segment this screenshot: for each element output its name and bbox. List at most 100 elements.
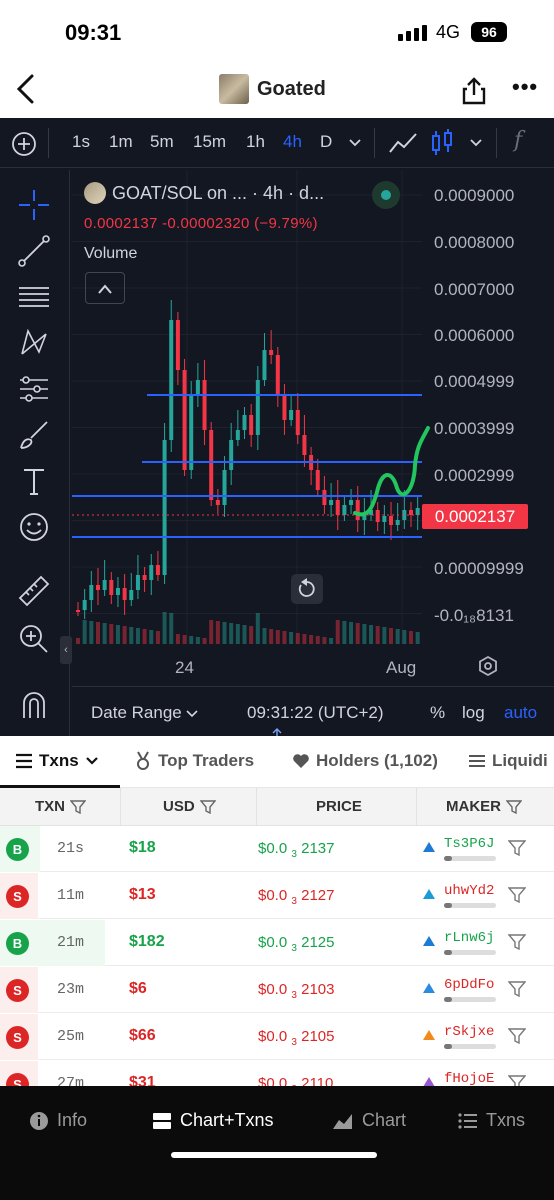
date-range-button[interactable]: Date Range <box>91 703 199 723</box>
candle <box>235 430 240 440</box>
pattern-icon[interactable] <box>17 326 51 360</box>
volume-label: Volume <box>84 245 138 262</box>
nav-info[interactable]: Info <box>29 1110 87 1131</box>
candle <box>142 575 147 580</box>
volume-bar <box>329 638 334 644</box>
chart-settings-icon[interactable] <box>477 655 499 677</box>
candle-chart-type-icon[interactable] <box>430 128 454 158</box>
price-axis-label: 0.0004999 <box>434 372 515 391</box>
timeframe-1h[interactable]: 1h <box>246 132 265 152</box>
table-row[interactable]: S 25m $66 $0.0 3 2105 rSkjxe <box>0 1014 554 1060</box>
candle <box>175 320 180 370</box>
candle <box>329 500 334 505</box>
price-axis-label: 0.0003999 <box>434 419 515 438</box>
volume-bar <box>302 634 307 644</box>
txn-age: 21m <box>57 934 85 951</box>
tab-liquidity[interactable]: Liquidi <box>468 751 548 771</box>
price-digits: 2125 <box>301 934 335 951</box>
txn-maker[interactable]: uhwYd2 <box>420 883 510 913</box>
filter-icon <box>506 799 522 814</box>
share-button[interactable] <box>460 76 488 111</box>
zoom-in-icon[interactable] <box>17 622 51 656</box>
volume-bar <box>135 628 140 644</box>
filter-maker-icon[interactable] <box>508 934 526 950</box>
table-row[interactable]: S 11m $13 $0.0 3 2127 uhwYd2 <box>0 873 554 919</box>
log-scale-toggle[interactable]: log <box>462 703 485 723</box>
timeframe-4h[interactable]: 4h <box>283 132 302 152</box>
sidebar-collapse-handle[interactable]: ‹ <box>60 636 72 664</box>
auto-scale-toggle[interactable]: auto <box>504 703 537 723</box>
chevron-down-icon <box>85 757 98 765</box>
col-txn[interactable]: TXN <box>35 798 86 815</box>
candle <box>355 500 360 520</box>
timeframe-5m[interactable]: 5m <box>150 132 174 152</box>
tab-holders[interactable]: Holders (1,102) <box>292 751 438 771</box>
price-digits: 2103 <box>301 981 335 998</box>
timeframe-1s[interactable]: 1s <box>72 132 90 152</box>
nav-txns[interactable]: Txns <box>458 1110 525 1131</box>
filter-maker-icon[interactable] <box>508 887 526 903</box>
candle <box>89 585 94 600</box>
filter-maker-icon[interactable] <box>508 981 526 997</box>
volume-bar <box>195 637 200 644</box>
status-bar: 09:31 4G 96 <box>0 0 554 64</box>
fib-retracement-icon[interactable] <box>17 280 51 314</box>
table-row[interactable]: S 23m $6 $0.0 3 2103 6pDdFo <box>0 967 554 1013</box>
candle <box>322 490 327 505</box>
volume-bar <box>149 630 154 644</box>
tab-top-traders[interactable]: Top Traders <box>134 751 254 771</box>
back-button[interactable] <box>14 72 38 114</box>
chevron-down-icon[interactable] <box>348 138 362 148</box>
txn-price: $0.0 3 2125 <box>258 934 334 954</box>
txn-maker[interactable]: rSkjxe <box>420 1024 510 1054</box>
candle <box>389 516 394 525</box>
volume-bar <box>142 629 147 644</box>
indicators-fx-icon[interactable]: f <box>514 128 522 153</box>
crosshair-icon[interactable] <box>17 188 51 222</box>
table-row[interactable]: B 21s $18 $0.0 3 2137 Ts3P6J <box>0 826 554 872</box>
price-zeros: 3 <box>291 849 297 860</box>
timeframe-15m[interactable]: 15m <box>193 132 226 152</box>
prediction-icon[interactable] <box>17 372 51 406</box>
candle <box>302 435 307 455</box>
magnet-icon[interactable] <box>17 688 51 722</box>
trend-line-icon[interactable] <box>17 234 51 268</box>
txn-maker[interactable]: rLnw6j <box>420 930 510 960</box>
col-usd[interactable]: USD <box>163 798 216 815</box>
line-chart-type-icon[interactable] <box>388 130 418 156</box>
col-maker[interactable]: MAKER <box>446 798 522 815</box>
filter-maker-icon[interactable] <box>508 1028 526 1044</box>
percent-scale-toggle[interactable]: % <box>430 703 445 723</box>
candle <box>195 380 200 395</box>
maker-balance-bar <box>444 950 496 955</box>
volume-bar <box>342 621 347 644</box>
more-options-button[interactable]: ••• <box>512 74 538 100</box>
brush-icon[interactable] <box>17 418 51 452</box>
col-label: MAKER <box>446 798 501 815</box>
list-icon <box>458 1112 477 1129</box>
candle <box>349 500 354 505</box>
nav-chart[interactable]: Chart <box>332 1110 406 1131</box>
ruler-icon[interactable] <box>17 574 51 608</box>
candle <box>76 610 80 612</box>
collapse-legend-button[interactable] <box>85 272 125 304</box>
volume-bar <box>295 633 300 644</box>
chevron-down-icon[interactable] <box>469 138 483 148</box>
tab-txns[interactable]: Txns <box>15 751 99 771</box>
nav-chart-txns[interactable]: Chart+Txns <box>152 1110 274 1131</box>
symbol-label: GOAT/SOL on ... · 4h · d... <box>112 182 325 203</box>
volume-bar <box>82 620 87 644</box>
timeframe-d[interactable]: D <box>320 132 332 152</box>
tab-label: Txns <box>39 751 79 770</box>
candle <box>409 510 413 515</box>
volume-bar <box>242 625 247 644</box>
txn-maker[interactable]: 6pDdFo <box>420 977 510 1007</box>
emoji-icon[interactable] <box>17 510 51 544</box>
filter-maker-icon[interactable] <box>508 840 526 856</box>
add-indicator-icon[interactable] <box>11 131 37 157</box>
text-tool-icon[interactable] <box>17 464 51 498</box>
timeframe-1m[interactable]: 1m <box>109 132 133 152</box>
table-row[interactable]: B 21m $182 $0.0 3 2125 rLnw6j <box>0 920 554 966</box>
reset-chart-button[interactable] <box>291 574 323 604</box>
txn-maker[interactable]: Ts3P6J <box>420 836 510 866</box>
